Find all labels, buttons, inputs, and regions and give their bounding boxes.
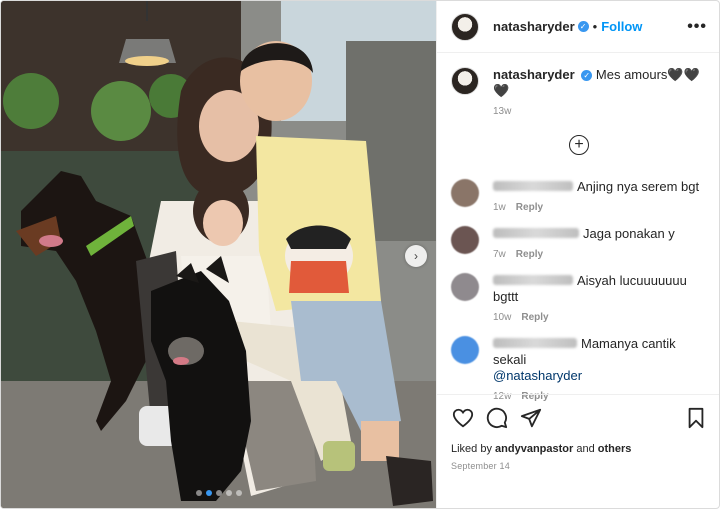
liked-by-and: and	[573, 443, 598, 455]
load-more-comments[interactable]: +	[437, 135, 719, 155]
commenter-avatar[interactable]	[451, 226, 479, 254]
liked-by-others[interactable]: others	[598, 443, 632, 455]
comment-item: Jaga ponakan y 7w Reply	[437, 226, 719, 260]
comment-mention[interactable]: @natasharyder	[493, 368, 582, 383]
commenter-username[interactable]	[493, 275, 573, 285]
action-icons	[437, 395, 719, 441]
caption-timestamp[interactable]: 13w	[493, 106, 707, 117]
caption-username[interactable]: natasharyder	[493, 67, 575, 82]
like-icon[interactable]	[451, 406, 475, 430]
more-options-button[interactable]: •••	[687, 18, 707, 36]
follow-button[interactable]: Follow	[601, 19, 642, 34]
post-photo[interactable]: ›	[1, 1, 436, 508]
author-avatar[interactable]	[451, 12, 479, 41]
comment-list: Anjing nya serem bgt 1w Reply Jaga ponaka…	[437, 179, 719, 402]
liked-by-prefix: Liked by	[451, 443, 496, 455]
post-caption: natasharyder ✓ Mes amours🖤🖤🖤 13w	[437, 53, 719, 117]
commenter-avatar[interactable]	[451, 179, 479, 207]
comment-item: Anjing nya serem bgt 1w Reply	[437, 179, 719, 213]
liked-by-user[interactable]: andyvanpastor	[495, 443, 573, 455]
carousel-dot	[195, 490, 202, 496]
reply-button[interactable]: Reply	[516, 202, 543, 213]
post-actions-section: Liked by andyvanpastor and others Septem…	[437, 394, 719, 508]
carousel-indicator	[1, 490, 436, 496]
author-username[interactable]: natasharyder	[493, 19, 575, 34]
reply-button[interactable]: Reply	[516, 249, 543, 260]
carousel-dot-active	[205, 490, 212, 496]
comment-icon[interactable]	[485, 406, 509, 430]
post-dialog: › natasharyder ✓ • Follow ••• natasharyd…	[0, 0, 720, 509]
verified-badge-icon: ✓	[577, 21, 589, 32]
add-comment-icon[interactable]: +	[569, 135, 589, 155]
comment-time[interactable]: 7w	[493, 249, 506, 260]
verified-badge-icon: ✓	[581, 70, 593, 81]
carousel-next-button[interactable]: ›	[405, 245, 427, 267]
comment-text: Anjing nya serem bgt	[577, 179, 700, 194]
chevron-right-icon: ›	[414, 249, 418, 263]
share-icon[interactable]	[519, 406, 543, 430]
carousel-dot	[215, 490, 222, 496]
comment-item: Mamanya cantik sekali @natasharyder 12w Re…	[437, 336, 719, 402]
caption-author-avatar[interactable]	[451, 67, 479, 95]
comment-time[interactable]: 1w	[493, 202, 506, 213]
commenter-avatar[interactable]	[451, 336, 479, 364]
comment-text: Jaga ponakan y	[583, 226, 675, 241]
comment-time[interactable]: 10w	[493, 312, 511, 323]
carousel-dot	[235, 490, 242, 496]
reply-button[interactable]: Reply	[521, 312, 548, 323]
carousel-dot	[225, 490, 232, 496]
header-separator: •	[592, 19, 598, 34]
commenter-username[interactable]	[493, 228, 579, 238]
likes-summary: Liked by andyvanpastor and others	[437, 443, 719, 455]
post-header: natasharyder ✓ • Follow •••	[437, 1, 719, 53]
commenter-username[interactable]	[493, 181, 573, 191]
comment-item: Aisyah lucuuuuuuu bgttt 10w Reply	[437, 273, 719, 323]
photo-illustration	[1, 1, 436, 508]
save-icon[interactable]	[684, 406, 708, 430]
post-side-panel: natasharyder ✓ • Follow ••• natasharyder…	[436, 1, 719, 508]
commenter-username[interactable]	[493, 338, 577, 348]
commenter-avatar[interactable]	[451, 273, 479, 301]
post-date[interactable]: September 14	[437, 461, 719, 471]
